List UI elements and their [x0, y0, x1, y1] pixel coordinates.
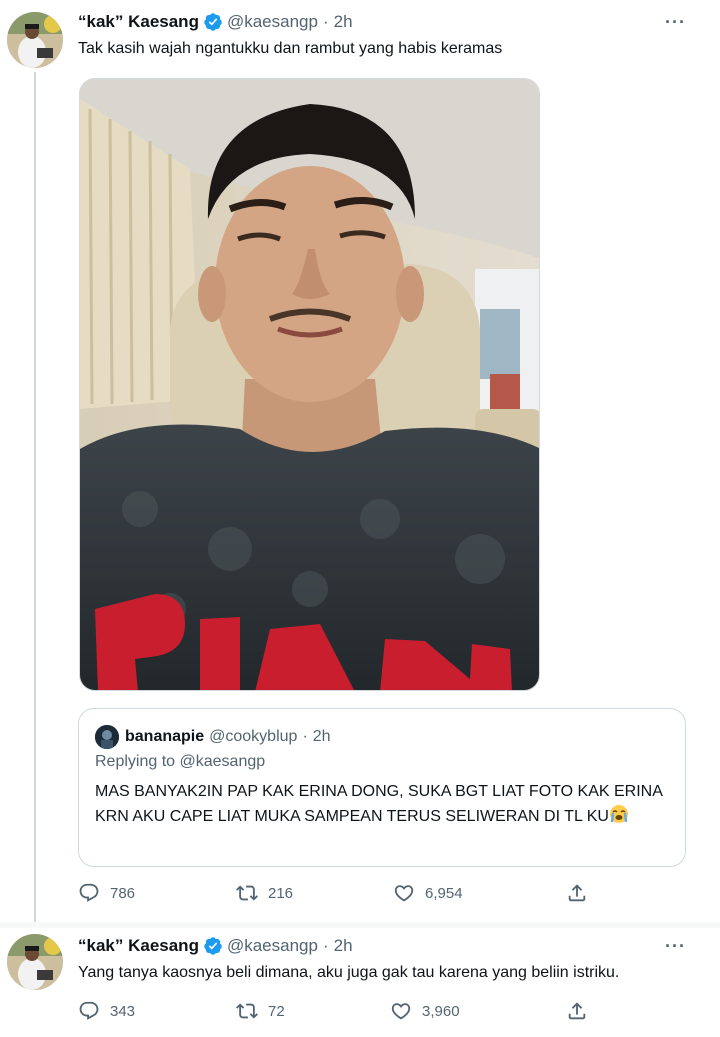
heart-icon	[394, 885, 414, 902]
quoted-handle: @cookyblup	[209, 728, 298, 745]
tweet-actions: 786 216 6,954	[78, 882, 598, 906]
quoted-timestamp: 2h	[312, 728, 331, 745]
quoted-display-name: bananapie	[125, 728, 205, 745]
share-icon	[568, 1002, 586, 1020]
retweet-button[interactable]: 72	[236, 1000, 285, 1022]
replying-to: Replying to @kaesangp	[95, 753, 265, 771]
reply-button[interactable]: 786	[78, 882, 135, 904]
retweet-icon	[236, 1003, 258, 1019]
verified-badge-icon	[203, 12, 223, 32]
avatar[interactable]	[7, 934, 63, 990]
share-icon	[568, 884, 586, 902]
handle[interactable]: @kaesangp	[227, 12, 318, 32]
reply-count: 786	[110, 884, 136, 902]
timestamp[interactable]: 2h	[334, 12, 353, 32]
separator: ·	[322, 12, 329, 31]
more-icon[interactable]: ···	[665, 12, 686, 33]
avatar[interactable]	[7, 12, 63, 68]
tweet[interactable]: “kak” Kaesang @kaesangp · 2h ··· Yang ta…	[0, 928, 720, 1037]
like-count: 6,954	[425, 884, 463, 902]
separator: ·	[322, 936, 329, 955]
tweet[interactable]: “kak” Kaesang @kaesangp · 2h ··· Tak kas…	[0, 0, 720, 928]
heart-icon	[391, 1003, 411, 1020]
tweet-header: “kak” Kaesang @kaesangp · 2h	[78, 936, 353, 956]
tweet-photo[interactable]	[79, 78, 540, 691]
retweet-button[interactable]: 216	[236, 882, 293, 904]
quoted-separator: ·	[302, 728, 308, 745]
quoted-text: MAS BANYAK2IN PAP KAK ERINA DONG, SUKA B…	[95, 779, 665, 829]
reply-icon	[79, 1001, 99, 1020]
handle[interactable]: @kaesangp	[227, 936, 318, 956]
selfie-photo	[80, 79, 539, 690]
share-button[interactable]	[566, 882, 588, 904]
quoted-tweet[interactable]: bananapie @cookyblup · 2h Replying to @k…	[78, 708, 686, 867]
tweet-actions: 343 72 3,960	[78, 1000, 598, 1024]
tweet-text: Tak kasih wajah ngantukku dan rambut yan…	[78, 40, 503, 57]
tweet-header: “kak” Kaesang @kaesangp · 2h	[78, 12, 353, 32]
replying-prefix: Replying to	[95, 753, 180, 770]
replying-handle: @kaesangp	[179, 753, 266, 770]
retweet-icon	[236, 885, 258, 901]
more-icon[interactable]: ···	[665, 936, 686, 957]
like-button[interactable]: 6,954	[393, 882, 463, 904]
quoted-header: bananapie @cookyblup · 2h	[95, 725, 331, 749]
like-button[interactable]: 3,960	[390, 1000, 460, 1022]
reply-icon	[79, 883, 99, 902]
display-name[interactable]: “kak” Kaesang	[78, 936, 199, 956]
reply-count: 343	[110, 1002, 136, 1020]
timestamp[interactable]: 2h	[334, 936, 353, 956]
like-count: 3,960	[422, 1002, 460, 1020]
verified-badge-icon	[203, 936, 223, 956]
reply-button[interactable]: 343	[78, 1000, 135, 1022]
quoted-avatar[interactable]	[95, 725, 119, 749]
share-button[interactable]	[566, 1000, 588, 1022]
tweet-text: Yang tanya kaosnya beli dimana, aku juga…	[78, 964, 620, 981]
retweet-count: 216	[268, 884, 294, 902]
display-name[interactable]: “kak” Kaesang	[78, 12, 199, 32]
quoted-text-body: MAS BANYAK2IN PAP KAK ERINA DONG, SUKA B…	[95, 783, 662, 825]
loudly-crying-face-emoji	[609, 804, 629, 824]
thread-line	[34, 72, 36, 928]
retweet-count: 72	[268, 1002, 285, 1020]
